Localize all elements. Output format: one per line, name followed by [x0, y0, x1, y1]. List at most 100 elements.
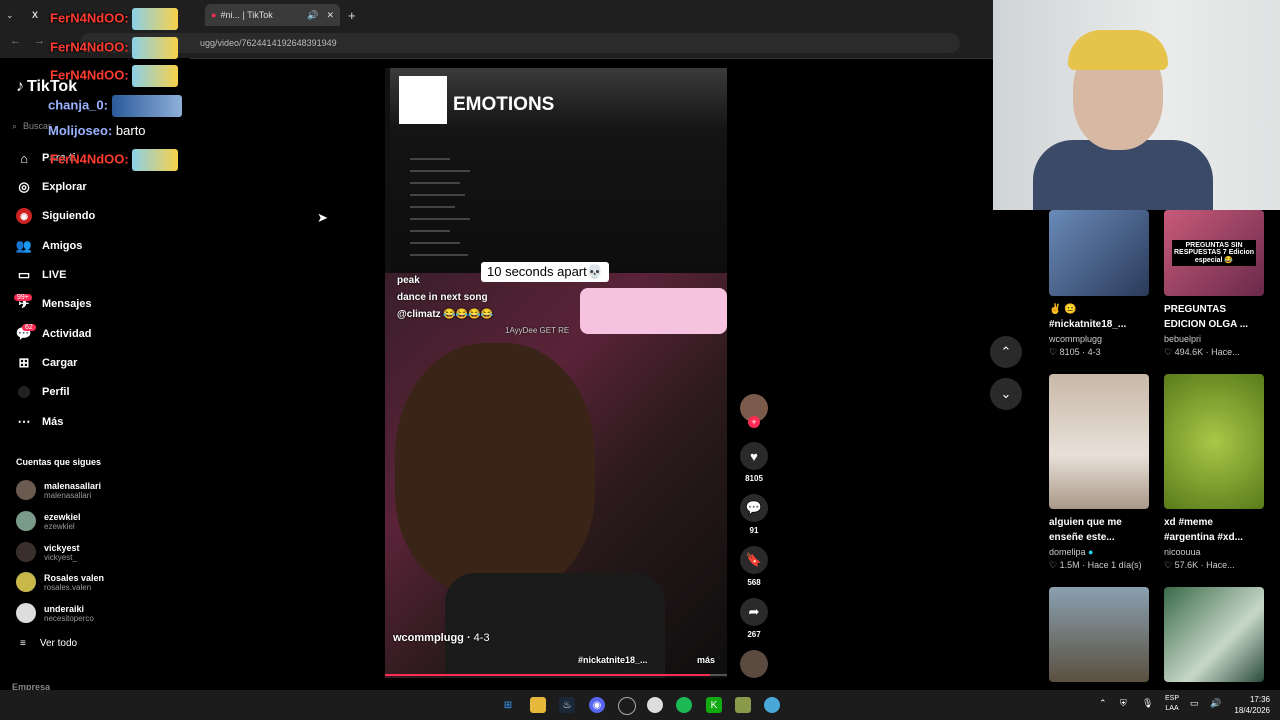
like-button[interactable]: ♥ 8105 [740, 442, 768, 483]
more-link[interactable]: más [697, 655, 715, 665]
account-name: underaiki [44, 603, 85, 614]
nav-label: Siguiendo [42, 210, 96, 222]
chat-message: FerN4NdOO: [50, 65, 179, 87]
video-progress-fill [385, 674, 710, 676]
tray-shield-icon[interactable]: ⛨ [1120, 698, 1127, 709]
recommended-card[interactable]: PREGUNTAS SIN RESPUESTAS 7 Edicion espec… [1164, 210, 1264, 358]
activity-badge: 62 [22, 324, 36, 331]
stream-tag: 1AyyDee GET RE [505, 326, 570, 335]
network-icon[interactable]: ▭ [1190, 698, 1199, 709]
video-caption: 10 seconds apart💀 [481, 262, 609, 282]
comments-count: 91 [749, 526, 759, 535]
recommended-card[interactable]: alguien que me enseñe este... domelipa ●… [1049, 374, 1149, 571]
recommended-card[interactable]: ✌️ 😐 #nickatnite18_... wcommplugg ♡ 8105… [1049, 210, 1149, 358]
heart-icon: ♡ [1049, 560, 1058, 570]
file-explorer-icon[interactable] [530, 697, 546, 713]
audio-icon[interactable]: 🔊 [307, 10, 318, 21]
chat-user: FerN4NdOO: [50, 151, 129, 167]
follow-plus-icon[interactable]: + [748, 416, 760, 428]
chrome-icon[interactable] [647, 697, 663, 713]
nav-perfil[interactable]: Perfil [16, 384, 70, 400]
language-indicator[interactable]: ESP LAA [1165, 694, 1179, 714]
recommended-card[interactable]: xd #meme #argentina #xd... nicoouua ♡ 57… [1164, 374, 1264, 571]
back-icon[interactable]: ← [10, 35, 21, 47]
tab-tiktok[interactable]: ● #ni... | TikTok 🔊 ✕ [205, 4, 340, 26]
webcam-overlay [993, 0, 1280, 210]
recommended-card[interactable] [1049, 587, 1149, 682]
avatar [16, 480, 36, 500]
messages-badge: 99+ [14, 294, 32, 301]
app-icon[interactable] [735, 697, 751, 713]
live-icon: ▭ [17, 267, 31, 282]
card-user: bebuelpri [1164, 334, 1202, 344]
card-meta: ♡ 8105 · 4-3 [1049, 347, 1149, 358]
obs-icon[interactable] [618, 697, 636, 715]
comment-button[interactable]: 💬 91 [740, 494, 768, 535]
see-all-button[interactable]: ≡ Ver todo [20, 638, 77, 649]
nav-amigos[interactable]: 👥 Amigos [16, 238, 82, 254]
heart-icon: ♥ [740, 442, 768, 470]
account-item[interactable]: malenasallari malenasallari [16, 480, 101, 500]
heart-icon: ♡ [1049, 347, 1058, 357]
author-avatar-button[interactable]: + [740, 394, 768, 428]
lang-text: ESP [1165, 695, 1180, 702]
video-progress-bar[interactable] [385, 674, 727, 676]
tab-search-button[interactable]: ⌄ [6, 4, 20, 26]
close-tab-icon[interactable]: ✕ [326, 10, 334, 21]
volume-icon[interactable]: 🔊 [1210, 698, 1221, 709]
lang2-text: LAA [1165, 705, 1179, 712]
recommended-card[interactable] [1164, 587, 1264, 682]
new-tab-button[interactable]: + [348, 4, 360, 26]
tray-chevron-icon[interactable]: ⌃ [1099, 698, 1107, 709]
more-icon: ⋯ [17, 414, 31, 429]
account-item[interactable]: ezewkiel ezewkiel [16, 511, 81, 531]
see-all-label: Ver todo [39, 638, 78, 649]
video-author[interactable]: wcommplugg · 4-3 [393, 632, 490, 644]
nav-label: Explorar [42, 181, 87, 193]
account-user: rosales.valen [44, 582, 92, 592]
kick-icon[interactable]: K [706, 697, 722, 713]
nav-live[interactable]: ▭ LIVE [16, 267, 67, 283]
previous-video-button[interactable]: ⌃ [990, 336, 1022, 368]
microphone-icon[interactable]: 🎙 [1142, 698, 1153, 709]
save-button[interactable]: 🔖 568 [740, 546, 768, 587]
recommended-thumbnail [1049, 210, 1149, 296]
emote-icon [132, 65, 179, 87]
spotify-icon[interactable] [676, 697, 692, 713]
account-item[interactable]: vickyest vickyest_ [16, 542, 80, 562]
share-button[interactable]: ➦ 267 [740, 598, 768, 639]
windows-start-icon[interactable]: ⊞ [500, 697, 516, 713]
nav-siguiendo[interactable]: ◉ Siguiendo [16, 208, 95, 224]
video-player[interactable]: EMOTIONS 10 seconds apart💀 peak dance in… [385, 68, 727, 678]
nav-label: Amigos [42, 240, 83, 252]
avatar [16, 603, 36, 623]
card-meta-text: 494.6K · Hace... [1174, 347, 1240, 357]
video-hashtag[interactable]: #nickatnite18_... [578, 655, 648, 665]
x-logo-icon[interactable]: X [32, 4, 46, 26]
nav-explorar[interactable]: ◎ Explorar [16, 179, 87, 195]
url-input[interactable]: ugg/video/7624414192648391949 [80, 33, 960, 53]
steam-icon[interactable]: ♨ [559, 697, 575, 713]
nav-label: Perfil [42, 386, 70, 398]
list-icon: ≡ [20, 638, 26, 649]
account-user: ezewkiel [44, 521, 75, 531]
nav-cargar[interactable]: ⊞ Cargar [16, 355, 78, 371]
clock[interactable]: 17:36 18/4/2026 [1222, 694, 1270, 716]
account-item[interactable]: Rosales valen rosales.valen [16, 572, 104, 592]
forward-icon[interactable]: → [34, 35, 45, 47]
card-title: alguien que me enseñe este... [1049, 517, 1122, 543]
card-meta-text: 8105 · 4-3 [1059, 347, 1101, 357]
discord-icon[interactable]: ◉ [589, 697, 605, 713]
next-video-button[interactable]: ⌄ [990, 378, 1022, 410]
chat-message: chanja_0: [48, 95, 182, 117]
nav-mas[interactable]: ⋯ Más [16, 414, 64, 430]
likes-count: 8105 [745, 474, 763, 483]
sound-avatar-button[interactable] [740, 650, 768, 678]
card-user: wcommplugg [1049, 334, 1103, 344]
chat-user: FerN4NdOO: [50, 39, 129, 55]
card-meta-text: 57.6K · Hace... [1174, 560, 1235, 570]
card-title: #nickatnite18_... [1049, 319, 1127, 330]
ccleaner-icon[interactable] [764, 697, 780, 713]
account-item[interactable]: underaiki necesitoperco [16, 603, 94, 623]
thumbnail-text: PREGUNTAS SIN RESPUESTAS 7 Edicion espec… [1172, 240, 1256, 266]
